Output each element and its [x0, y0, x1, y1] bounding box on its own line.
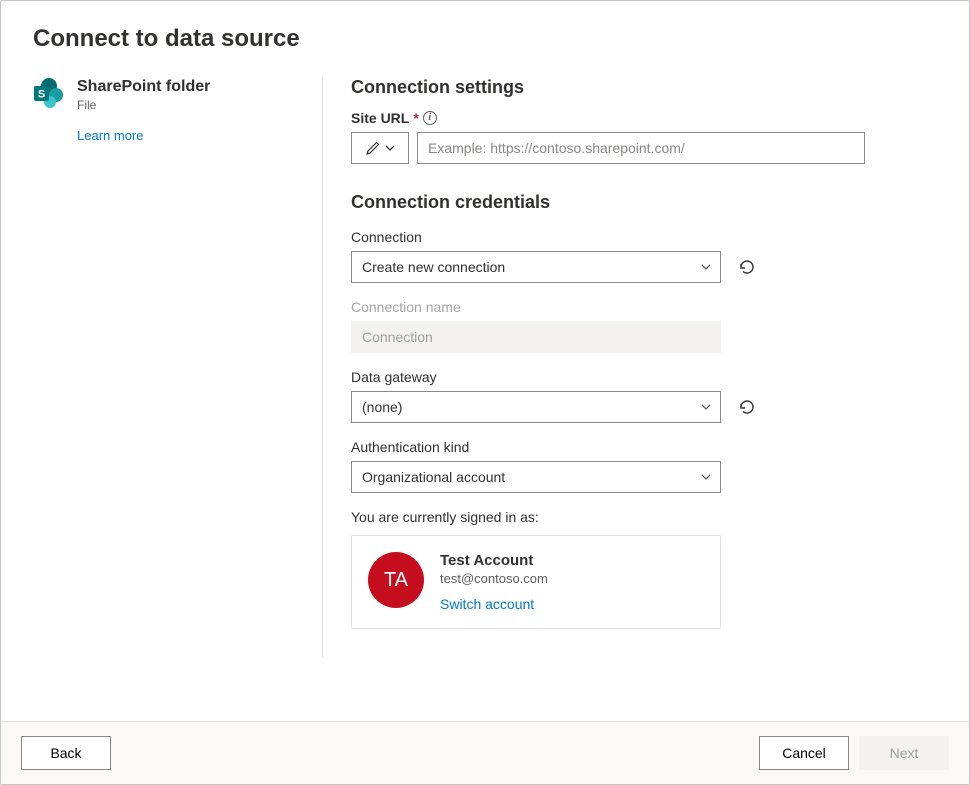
connection-field: Connection Create new connection [351, 229, 937, 283]
chevron-down-icon [700, 261, 712, 273]
account-info: Test Account test@contoso.com Switch acc… [440, 552, 548, 612]
gateway-select-value: (none) [362, 399, 402, 415]
info-icon[interactable]: i [423, 111, 437, 125]
dialog-footer: Back Cancel Next [1, 721, 969, 784]
connection-select-value: Create new connection [362, 259, 505, 275]
gateway-field: Data gateway (none) [351, 369, 937, 423]
auth-label: Authentication kind [351, 439, 937, 455]
footer-right: Cancel Next [759, 736, 949, 770]
switch-account-link[interactable]: Switch account [440, 596, 534, 612]
signed-in-label: You are currently signed in as: [351, 509, 937, 525]
connection-refresh-button[interactable] [733, 253, 761, 281]
connection-name-field: Connection name Connection [351, 299, 937, 353]
content-row: S SharePoint folder File Learn more Conn… [33, 77, 937, 657]
connection-name-input: Connection [351, 321, 721, 353]
site-url-input[interactable] [417, 132, 865, 164]
cancel-button[interactable]: Cancel [759, 736, 849, 770]
source-block: S SharePoint folder File [33, 77, 302, 112]
account-card: TA Test Account test@contoso.com Switch … [351, 535, 721, 629]
source-name: SharePoint folder [77, 77, 210, 96]
dialog-body: Connect to data source S S [1, 1, 969, 721]
page-title: Connect to data source [33, 25, 937, 53]
pencil-icon [365, 140, 381, 156]
connection-settings-heading: Connection settings [351, 77, 937, 98]
auth-field: Authentication kind Organizational accou… [351, 439, 937, 493]
gateway-refresh-button[interactable] [733, 393, 761, 421]
required-asterisk: * [413, 110, 418, 126]
auth-select[interactable]: Organizational account [351, 461, 721, 493]
connect-datasource-dialog: Connect to data source S S [0, 0, 970, 785]
learn-more-link[interactable]: Learn more [77, 128, 302, 143]
account-name: Test Account [440, 552, 548, 569]
refresh-icon [738, 258, 756, 276]
source-text: SharePoint folder File [77, 77, 210, 112]
svg-text:S: S [38, 89, 45, 101]
source-category: File [77, 98, 210, 112]
edit-url-button[interactable] [351, 132, 409, 164]
site-url-row [351, 132, 937, 164]
connection-credentials-heading: Connection credentials [351, 192, 937, 213]
connection-name-value: Connection [362, 329, 433, 345]
gateway-label: Data gateway [351, 369, 937, 385]
account-email: test@contoso.com [440, 571, 548, 586]
gateway-select[interactable]: (none) [351, 391, 721, 423]
sharepoint-icon: S [33, 77, 65, 109]
chevron-down-icon [385, 143, 395, 153]
connection-select[interactable]: Create new connection [351, 251, 721, 283]
refresh-icon [738, 398, 756, 416]
chevron-down-icon [700, 471, 712, 483]
avatar: TA [368, 552, 424, 608]
right-column: Connection settings Site URL * i [323, 77, 937, 657]
chevron-down-icon [700, 401, 712, 413]
site-url-label: Site URL * i [351, 110, 937, 126]
next-button: Next [859, 736, 949, 770]
auth-select-value: Organizational account [362, 469, 505, 485]
back-button[interactable]: Back [21, 736, 111, 770]
connection-label: Connection [351, 229, 937, 245]
site-url-label-text: Site URL [351, 110, 409, 126]
left-column: S SharePoint folder File Learn more [33, 77, 323, 657]
connection-name-label: Connection name [351, 299, 937, 315]
